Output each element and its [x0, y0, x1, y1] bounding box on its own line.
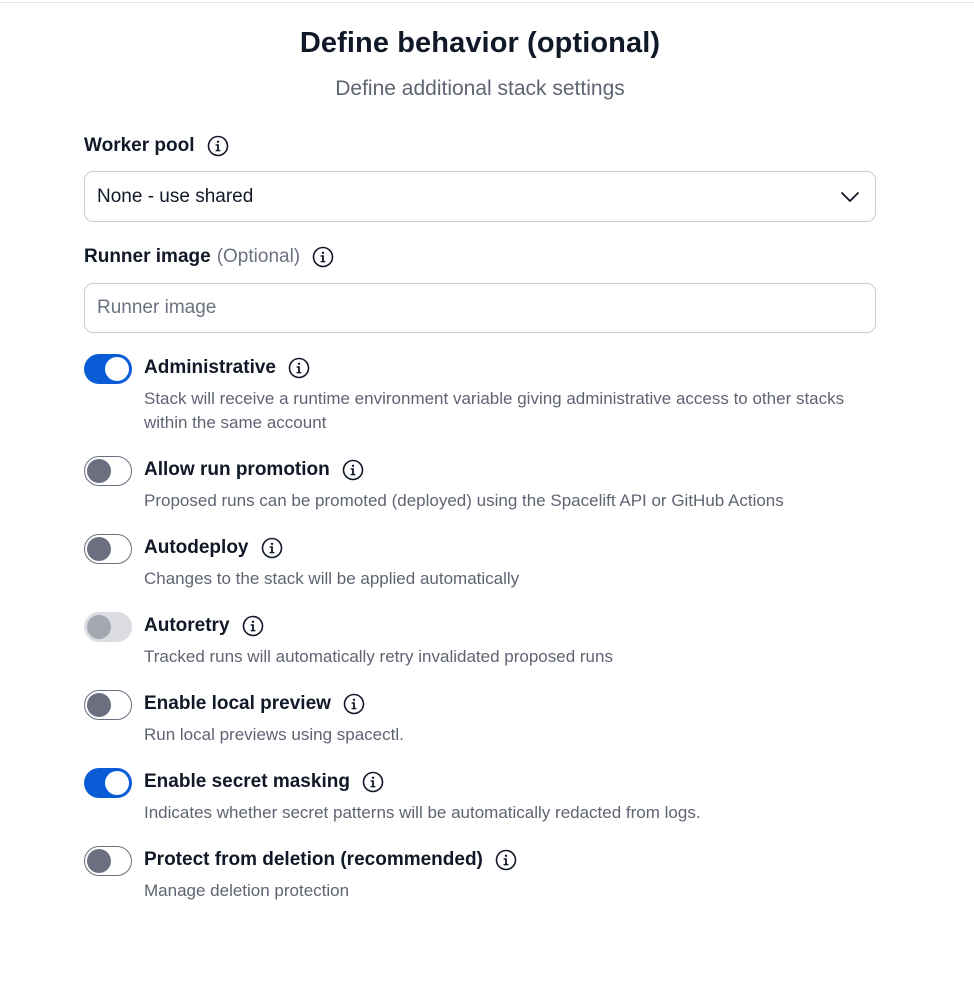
option-title-text: Autoretry	[144, 615, 230, 636]
info-icon[interactable]	[261, 537, 283, 559]
worker-pool-label: Worker pool	[84, 135, 229, 157]
option-description: Tracked runs will automatically retry in…	[144, 647, 613, 666]
option-title: Enable local preview	[144, 693, 365, 715]
toggle-enable-secret-masking[interactable]	[84, 768, 132, 798]
info-icon[interactable]	[312, 246, 334, 268]
runner-image-optional-text: (Optional)	[216, 246, 301, 267]
toggle-knob	[87, 459, 111, 483]
toggle-autoretry	[84, 612, 132, 642]
chevron-down-icon	[839, 186, 861, 208]
info-icon[interactable]	[495, 849, 517, 871]
toggle-protect-from-deletion-recommended[interactable]	[84, 846, 132, 876]
toggle-knob	[87, 615, 111, 639]
option-title: Autoretry	[144, 615, 264, 637]
toggle-enable-local-preview[interactable]	[84, 690, 132, 720]
option-description: Stack will receive a runtime environment…	[144, 389, 845, 432]
page-subtitle: Define additional stack settings	[335, 77, 625, 100]
runner-image-label: Runner image (Optional)	[84, 246, 334, 268]
info-icon[interactable]	[242, 615, 264, 637]
toggle-knob	[105, 357, 129, 381]
option-title-text: Allow run promotion	[144, 459, 330, 480]
page-title: Define behavior (optional)	[299, 27, 661, 59]
info-icon[interactable]	[342, 459, 364, 481]
define-behavior-page: Define behavior (optional) Define additi…	[0, 0, 974, 986]
toggle-knob	[87, 693, 111, 717]
info-icon[interactable]	[343, 693, 365, 715]
option-title-text: Enable local preview	[144, 693, 331, 714]
option-description: Changes to the stack will be applied aut…	[144, 569, 520, 588]
runner-image-label-text: Runner image	[84, 246, 211, 267]
toggle-knob	[87, 849, 111, 873]
option-title: Enable secret masking	[144, 771, 384, 793]
worker-pool-label-text: Worker pool	[84, 135, 195, 156]
toggle-knob	[87, 537, 111, 561]
info-icon[interactable]	[288, 357, 310, 379]
worker-pool-select[interactable]: None - use shared	[84, 171, 876, 222]
option-title: Autodeploy	[144, 537, 283, 559]
option-title-text: Administrative	[144, 357, 276, 378]
toggle-administrative[interactable]	[84, 354, 132, 384]
info-icon[interactable]	[362, 771, 384, 793]
runner-image-input[interactable]	[84, 283, 876, 333]
worker-pool-value: None - use shared	[97, 185, 254, 207]
option-description: Indicates whether secret patterns will b…	[144, 803, 701, 822]
top-divider	[0, 2, 974, 3]
option-title-text: Enable secret masking	[144, 771, 350, 792]
option-description: Manage deletion protection	[144, 881, 350, 900]
toggle-autodeploy[interactable]	[84, 534, 132, 564]
option-title: Administrative	[144, 357, 310, 379]
info-icon[interactable]	[207, 135, 229, 157]
option-description: Run local previews using spacectl.	[144, 725, 404, 744]
toggle-allow-run-promotion[interactable]	[84, 456, 132, 486]
option-title-text: Protect from deletion (recommended)	[144, 849, 483, 870]
option-description: Proposed runs can be promoted (deployed)…	[144, 491, 784, 510]
option-title-text: Autodeploy	[144, 537, 249, 558]
option-title: Protect from deletion (recommended)	[144, 849, 517, 871]
option-title: Allow run promotion	[144, 459, 364, 481]
toggle-knob	[105, 771, 129, 795]
